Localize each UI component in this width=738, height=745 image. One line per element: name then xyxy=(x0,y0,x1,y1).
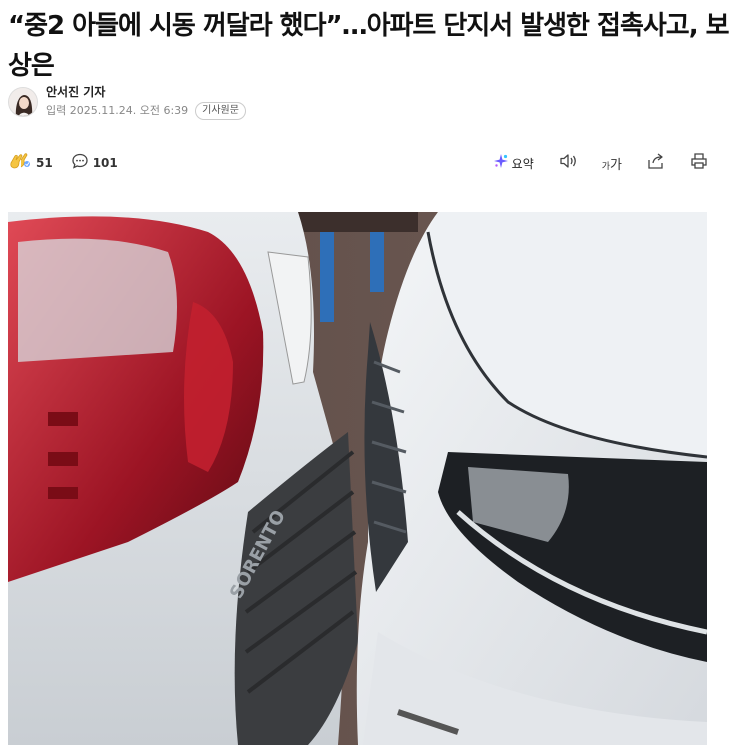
reaction-count: 51 xyxy=(36,156,53,170)
comment-count: 101 xyxy=(92,156,118,170)
article-photo[interactable]: SORENTO xyxy=(8,212,707,745)
reporter-avatar[interactable] xyxy=(8,87,38,117)
comment-button[interactable]: 101 xyxy=(71,152,118,174)
car-collision-photo: SORENTO xyxy=(8,212,707,745)
summary-label: 요약 xyxy=(511,156,534,171)
article-toolbar: 51 101 요약 가가 xyxy=(8,150,708,176)
share-button[interactable] xyxy=(646,152,666,174)
print-button[interactable] xyxy=(690,152,708,174)
print-icon xyxy=(690,152,708,174)
summary-button[interactable]: 요약 xyxy=(493,153,534,173)
publish-date: 입력 2025.11.24. 오전 6:39 xyxy=(46,103,189,117)
original-article-button[interactable]: 기사원문 xyxy=(195,101,246,120)
comment-bubble-icon xyxy=(71,152,89,174)
speaker-icon xyxy=(558,152,578,174)
share-icon xyxy=(646,152,666,174)
reaction-button[interactable]: 51 xyxy=(8,151,53,175)
font-size-icon: 가가 xyxy=(601,157,622,173)
ai-summary-sparkle-icon xyxy=(493,153,509,173)
article-headline: “중2 아들에 시동 꺼달라 했다”…아파트 단지서 발생한 접촉사고, 보상은 xyxy=(8,11,730,81)
listen-audio-button[interactable] xyxy=(558,152,578,174)
clap-reaction-icon xyxy=(8,151,32,175)
reporter-name[interactable]: 안서진 기자 xyxy=(46,85,246,100)
byline: 안서진 기자 입력 2025.11.24. 오전 6:39 기사원문 xyxy=(8,85,246,120)
font-size-button[interactable]: 가가 xyxy=(602,154,622,173)
